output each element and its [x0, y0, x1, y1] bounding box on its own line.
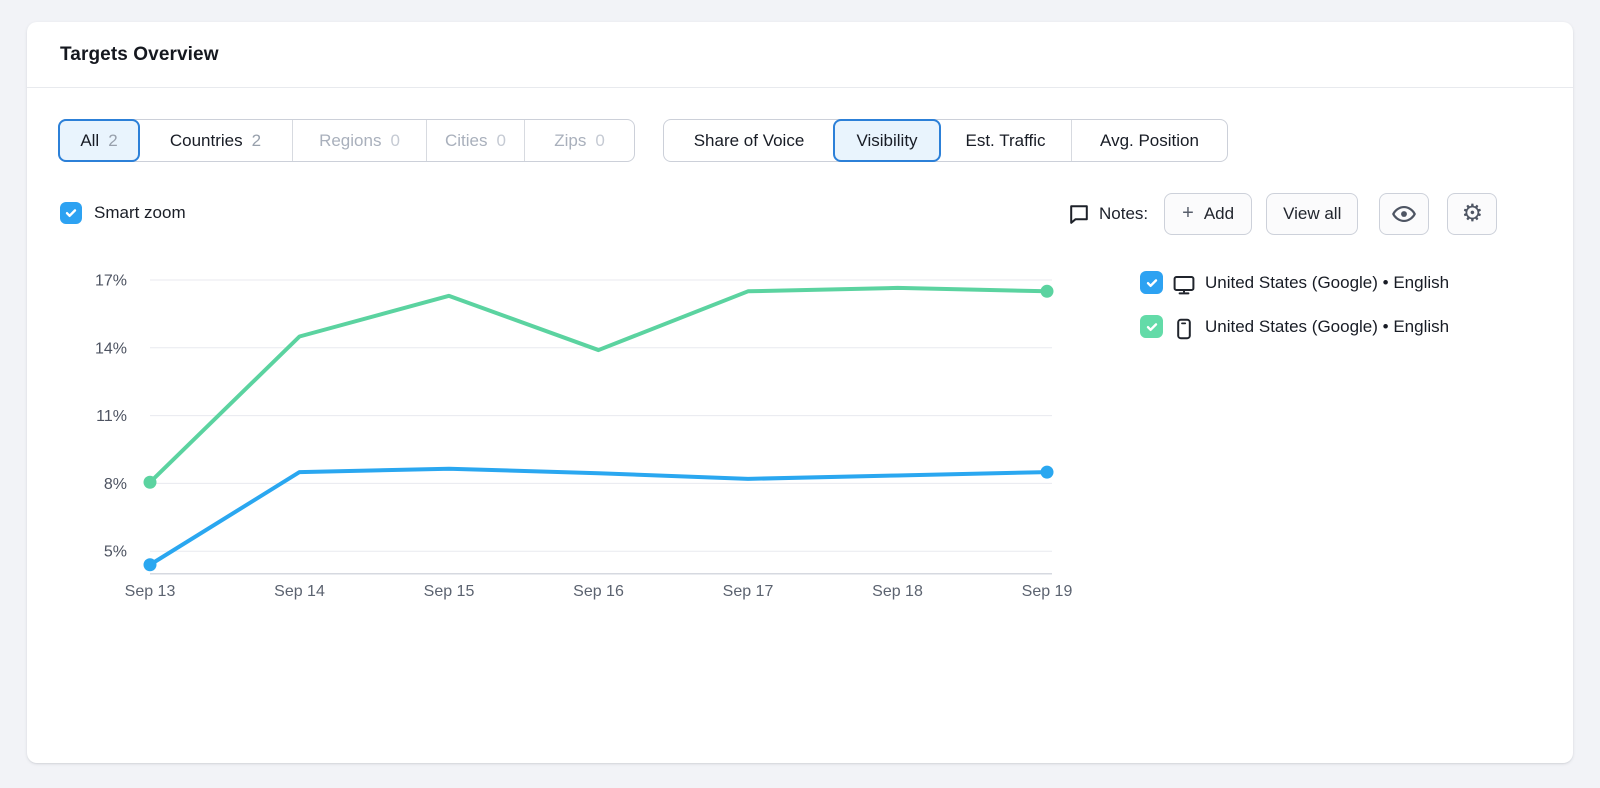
y-tick-11: 11%	[96, 408, 127, 425]
check-icon	[64, 206, 78, 220]
x-tick-5: Sep 18	[872, 583, 923, 600]
page-title: Targets Overview	[60, 44, 219, 66]
metric-tab-visibility[interactable]: Visibility	[833, 119, 941, 162]
smart-zoom-checkbox[interactable]	[60, 202, 82, 224]
metric-tab-avg-position-label: Avg. Position	[1100, 131, 1199, 151]
metric-tab-est-traffic-label: Est. Traffic	[966, 131, 1046, 151]
smart-zoom-toggle[interactable]: Smart zoom	[60, 202, 186, 224]
geo-tab-regions-label: Regions	[319, 131, 381, 151]
gear-icon: ⚙	[1462, 202, 1484, 226]
legend-label-0: United States (Google) • English	[1205, 267, 1450, 298]
geo-tab-all-count: 2	[108, 131, 117, 151]
geo-tab-cities-count: 0	[497, 131, 506, 151]
legend-item-1[interactable]: United States (Google) • English	[1140, 315, 1450, 346]
visibility-trend-chart[interactable]: 17% 14% 11% 8% 5% Sep 13 Sep 14 Sep 15 Sep 16 Sep…	[40, 262, 1080, 612]
notes-toolbar: Notes: + Add View all ⚙	[1067, 193, 1497, 235]
legend-label-1: United States (Google) • English	[1205, 311, 1450, 342]
add-note-button[interactable]: + Add	[1164, 193, 1252, 235]
geo-tab-all[interactable]: All 2	[58, 119, 140, 162]
geo-tab-countries-label: Countries	[170, 131, 243, 151]
metric-tab-group: Share of Voice Visibility Est. Traffic Avg.…	[663, 119, 1228, 162]
eye-icon	[1391, 201, 1417, 227]
targets-overview-card: Targets Overview All2Countries2Regions0C…	[27, 22, 1573, 763]
geo-tab-regions: Regions 0	[292, 120, 426, 161]
legend-checkbox-0[interactable]	[1140, 271, 1163, 294]
desktop-icon	[1172, 273, 1196, 302]
legend-checkbox-1[interactable]	[1140, 315, 1163, 338]
geo-tab-countries[interactable]: Countries 2	[139, 120, 292, 161]
metric-tab-share-of-voice[interactable]: Share of Voice	[664, 120, 834, 161]
metric-tab-est-traffic[interactable]: Est. Traffic	[940, 120, 1071, 161]
y-tick-5: 5%	[104, 544, 127, 561]
card-header: Targets Overview	[27, 22, 1573, 88]
chart-settings-button[interactable]: ⚙	[1447, 193, 1497, 235]
y-tick-17: 17%	[95, 273, 127, 290]
speech-bubble-icon	[1067, 202, 1091, 226]
add-note-button-label: Add	[1204, 204, 1234, 224]
page-background: Targets Overview All2Countries2Regions0C…	[0, 0, 1600, 788]
series-0-point-6[interactable]	[1041, 466, 1054, 479]
notes-label: Notes:	[1099, 204, 1148, 224]
metric-tab-visibility-label: Visibility	[856, 131, 917, 151]
geo-tab-group: All 2 Countries 2 Regions 0 Cities 0 Zips 0	[58, 119, 635, 162]
mobile-icon	[1172, 317, 1196, 346]
check-icon	[1145, 276, 1159, 290]
y-tick-14: 14%	[95, 340, 127, 357]
x-tick-4: Sep 17	[723, 583, 774, 600]
series-1-point-0[interactable]	[144, 476, 157, 489]
chart-legend: United States (Google) • EnglishUnited S…	[1140, 271, 1450, 346]
geo-tab-countries-count: 2	[252, 131, 261, 151]
view-all-notes-button[interactable]: View all	[1266, 193, 1358, 235]
geo-tab-cities: Cities 0	[426, 120, 524, 161]
plus-icon: +	[1182, 203, 1194, 223]
geo-tab-cities-label: Cities	[445, 131, 488, 151]
geo-tab-regions-count: 0	[390, 131, 399, 151]
legend-item-0[interactable]: United States (Google) • English	[1140, 271, 1450, 302]
metric-tab-avg-position[interactable]: Avg. Position	[1071, 120, 1227, 161]
x-tick-6: Sep 19	[1022, 583, 1073, 600]
x-tick-2: Sep 15	[424, 583, 475, 600]
series-1-point-6[interactable]	[1041, 285, 1054, 298]
x-tick-3: Sep 16	[573, 583, 624, 600]
x-tick-0: Sep 13	[125, 583, 176, 600]
geo-tab-zips-count: 0	[595, 131, 604, 151]
check-icon	[1145, 320, 1159, 334]
x-tick-1: Sep 14	[274, 583, 325, 600]
geo-tab-all-label: All	[80, 131, 99, 151]
series-line-1[interactable]	[150, 288, 1047, 482]
view-all-button-label: View all	[1283, 204, 1341, 224]
toggle-notes-visibility-button[interactable]	[1379, 193, 1429, 235]
series-0-point-0[interactable]	[144, 558, 157, 571]
geo-tab-zips-label: Zips	[554, 131, 586, 151]
smart-zoom-label: Smart zoom	[94, 203, 186, 223]
y-tick-8: 8%	[104, 476, 127, 493]
metric-tab-share-of-voice-label: Share of Voice	[694, 131, 805, 151]
geo-tab-zips: Zips 0	[524, 120, 634, 161]
